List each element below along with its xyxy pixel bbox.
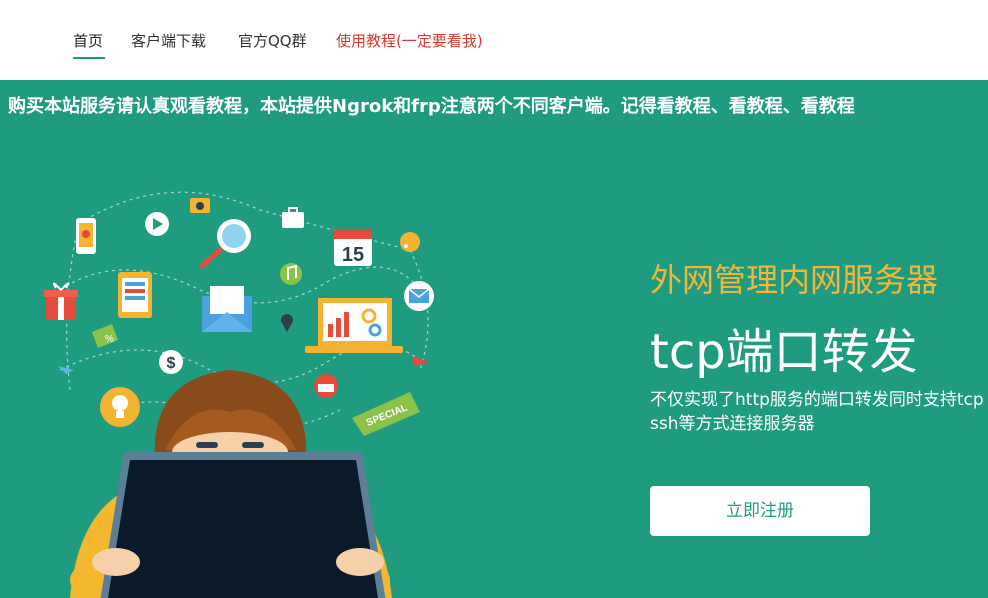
- hero-title: tcp端口转发: [650, 324, 918, 380]
- phone-icon: [76, 218, 96, 254]
- tag-icon: %: [92, 324, 118, 348]
- hero-illustration: 15 % $ SPECIAL: [44, 191, 434, 598]
- laptop-chart-icon: [305, 298, 403, 353]
- nav-home[interactable]: 首页: [73, 30, 103, 51]
- rss-icon: [400, 232, 420, 252]
- calendar-icon: 15: [334, 230, 372, 266]
- music-icon: [280, 263, 302, 285]
- play-icon: [145, 212, 169, 236]
- calendar-day: 15: [342, 244, 364, 266]
- top-navigation: 首页 客户端下载 官方QQ群 使用教程(一定要看我): [0, 0, 988, 80]
- nav-tutorial[interactable]: 使用教程(一定要看我): [336, 30, 483, 51]
- tablet-icon: [118, 272, 152, 318]
- register-button[interactable]: 立即注册: [650, 486, 870, 536]
- gift-icon: [44, 282, 78, 320]
- plane-icon: [58, 356, 430, 374]
- notice-marquee: 购买本站服务请认真观看教程，本站提供Ngrok和frp注意两个不同客户端。记得看…: [8, 96, 855, 117]
- nav-qq-group[interactable]: 官方QQ群: [238, 30, 307, 51]
- email-icon: [404, 281, 434, 311]
- special-tag-icon: SPECIAL: [352, 392, 420, 436]
- nav-active-indicator: [73, 57, 105, 59]
- dollar-icon: $: [159, 350, 183, 374]
- camera-icon: [190, 198, 210, 213]
- lightbulb-icon: [100, 387, 140, 427]
- nav-client-download[interactable]: 客户端下载: [131, 30, 206, 51]
- location-pin-icon: [281, 314, 293, 332]
- hero-banner: 购买本站服务请认真观看教程，本站提供Ngrok和frp注意两个不同客户端。记得看…: [0, 80, 988, 598]
- briefcase-icon: [282, 207, 304, 228]
- laptop-screen: [100, 452, 386, 598]
- dollar-symbol: $: [167, 355, 176, 372]
- mail-icon: [202, 286, 252, 332]
- search-icon: [199, 219, 251, 269]
- hero-description: 不仅实现了http服务的端口转发同时支持tcp ssh等方式连接服务器: [650, 390, 984, 434]
- tag-percent: %: [105, 334, 114, 345]
- hero-subtitle: 外网管理内网服务器: [650, 261, 939, 299]
- basket-icon: [314, 374, 338, 398]
